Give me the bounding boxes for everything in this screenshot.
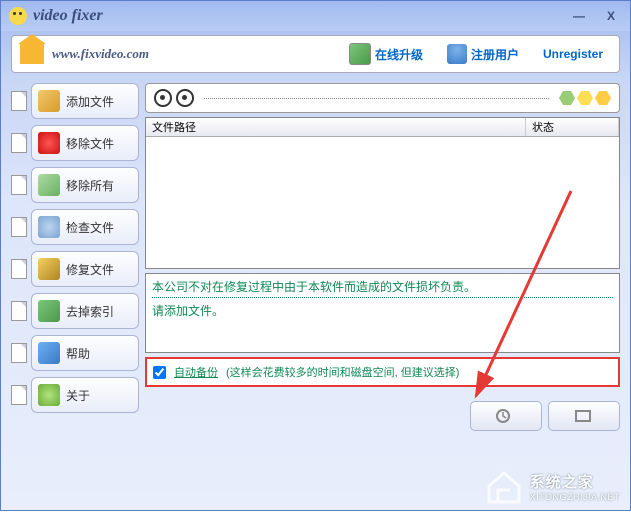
register-button[interactable]: 注册用户 <box>439 42 527 66</box>
log-disclaimer: 本公司不对在修复过程中由于本软件而造成的文件损坏负责。 <box>152 278 613 298</box>
remove-file-button[interactable]: 移除文件 <box>31 125 139 161</box>
close-button[interactable]: X <box>600 7 622 25</box>
page-icon <box>11 301 27 321</box>
watermark-url: XITONGZHIJIA.NET <box>530 492 620 502</box>
bottom-button-2[interactable] <box>548 401 620 431</box>
backup-option-row: 自动备份 (这样会花费较多的时间和磁盘空间, 但建议选择) <box>145 357 620 387</box>
watermark-logo-icon <box>484 468 524 504</box>
remove-index-button[interactable]: 去掉索引 <box>31 293 139 329</box>
title-bar: video fixer — X <box>1 1 630 31</box>
upgrade-button[interactable]: 在线升级 <box>341 41 431 67</box>
minimize-button[interactable]: — <box>568 7 590 25</box>
top-toolbar: www.fixvideo.com 在线升级 注册用户 Unregister <box>11 35 620 73</box>
bottom-button-1[interactable] <box>470 401 542 431</box>
page-icon <box>11 217 27 237</box>
page-icon <box>11 259 27 279</box>
help-button[interactable]: 帮助 <box>31 335 139 371</box>
watermark: 系统之家 XITONGZHIJIA.NET <box>484 468 620 504</box>
page-icon <box>11 133 27 153</box>
page-icon <box>11 343 27 363</box>
add-file-button[interactable]: 添加文件 <box>31 83 139 119</box>
sidebar: 添加文件 移除文件 移除所有 检查文件 <box>11 83 139 503</box>
column-header-path[interactable]: 文件路径 <box>146 118 526 136</box>
app-window: video fixer — X www.fixvideo.com 在线升级 注册… <box>0 0 631 511</box>
trash-icon <box>38 174 60 196</box>
help-icon <box>38 342 60 364</box>
home-icon <box>20 44 44 64</box>
app-title: video fixer <box>33 7 568 25</box>
column-header-status[interactable]: 状态 <box>526 118 619 136</box>
page-icon <box>11 91 27 111</box>
log-prompt: 请添加文件。 <box>152 302 613 319</box>
unregister-button[interactable]: Unregister <box>535 45 611 63</box>
page-icon <box>11 175 27 195</box>
action-icon <box>495 408 517 424</box>
auto-backup-hint: (这样会花费较多的时间和磁盘空间, 但建议选择) <box>226 364 459 380</box>
hex-decoration <box>559 91 611 105</box>
upgrade-icon <box>349 43 371 65</box>
auto-backup-checkbox[interactable] <box>153 366 166 379</box>
page-icon <box>11 385 27 405</box>
magnifier-icon <box>38 216 60 238</box>
check-file-button[interactable]: 检查文件 <box>31 209 139 245</box>
folder-icon <box>38 90 60 112</box>
action-icon <box>573 408 595 424</box>
eye-icon <box>154 89 172 107</box>
main-panel: 文件路径 状态 本公司不对在修复过程中由于本软件而造成的文件损坏负责。 请添加文… <box>145 83 620 503</box>
eye-icon <box>176 89 194 107</box>
wrench-icon <box>38 258 60 280</box>
repair-file-button[interactable]: 修复文件 <box>31 251 139 287</box>
file-list[interactable]: 文件路径 状态 <box>145 117 620 269</box>
user-icon <box>447 44 467 64</box>
file-list-body <box>146 137 619 268</box>
log-output: 本公司不对在修复过程中由于本软件而造成的文件损坏负责。 请添加文件。 <box>145 273 620 353</box>
decoration-bar <box>145 83 620 113</box>
auto-backup-label: 自动备份 <box>174 364 218 380</box>
watermark-name: 系统之家 <box>530 471 620 492</box>
info-icon <box>38 384 60 406</box>
about-button[interactable]: 关于 <box>31 377 139 413</box>
index-icon <box>38 300 60 322</box>
app-icon <box>9 7 27 25</box>
website-url: www.fixvideo.com <box>52 46 333 62</box>
remove-icon <box>38 132 60 154</box>
remove-all-button[interactable]: 移除所有 <box>31 167 139 203</box>
